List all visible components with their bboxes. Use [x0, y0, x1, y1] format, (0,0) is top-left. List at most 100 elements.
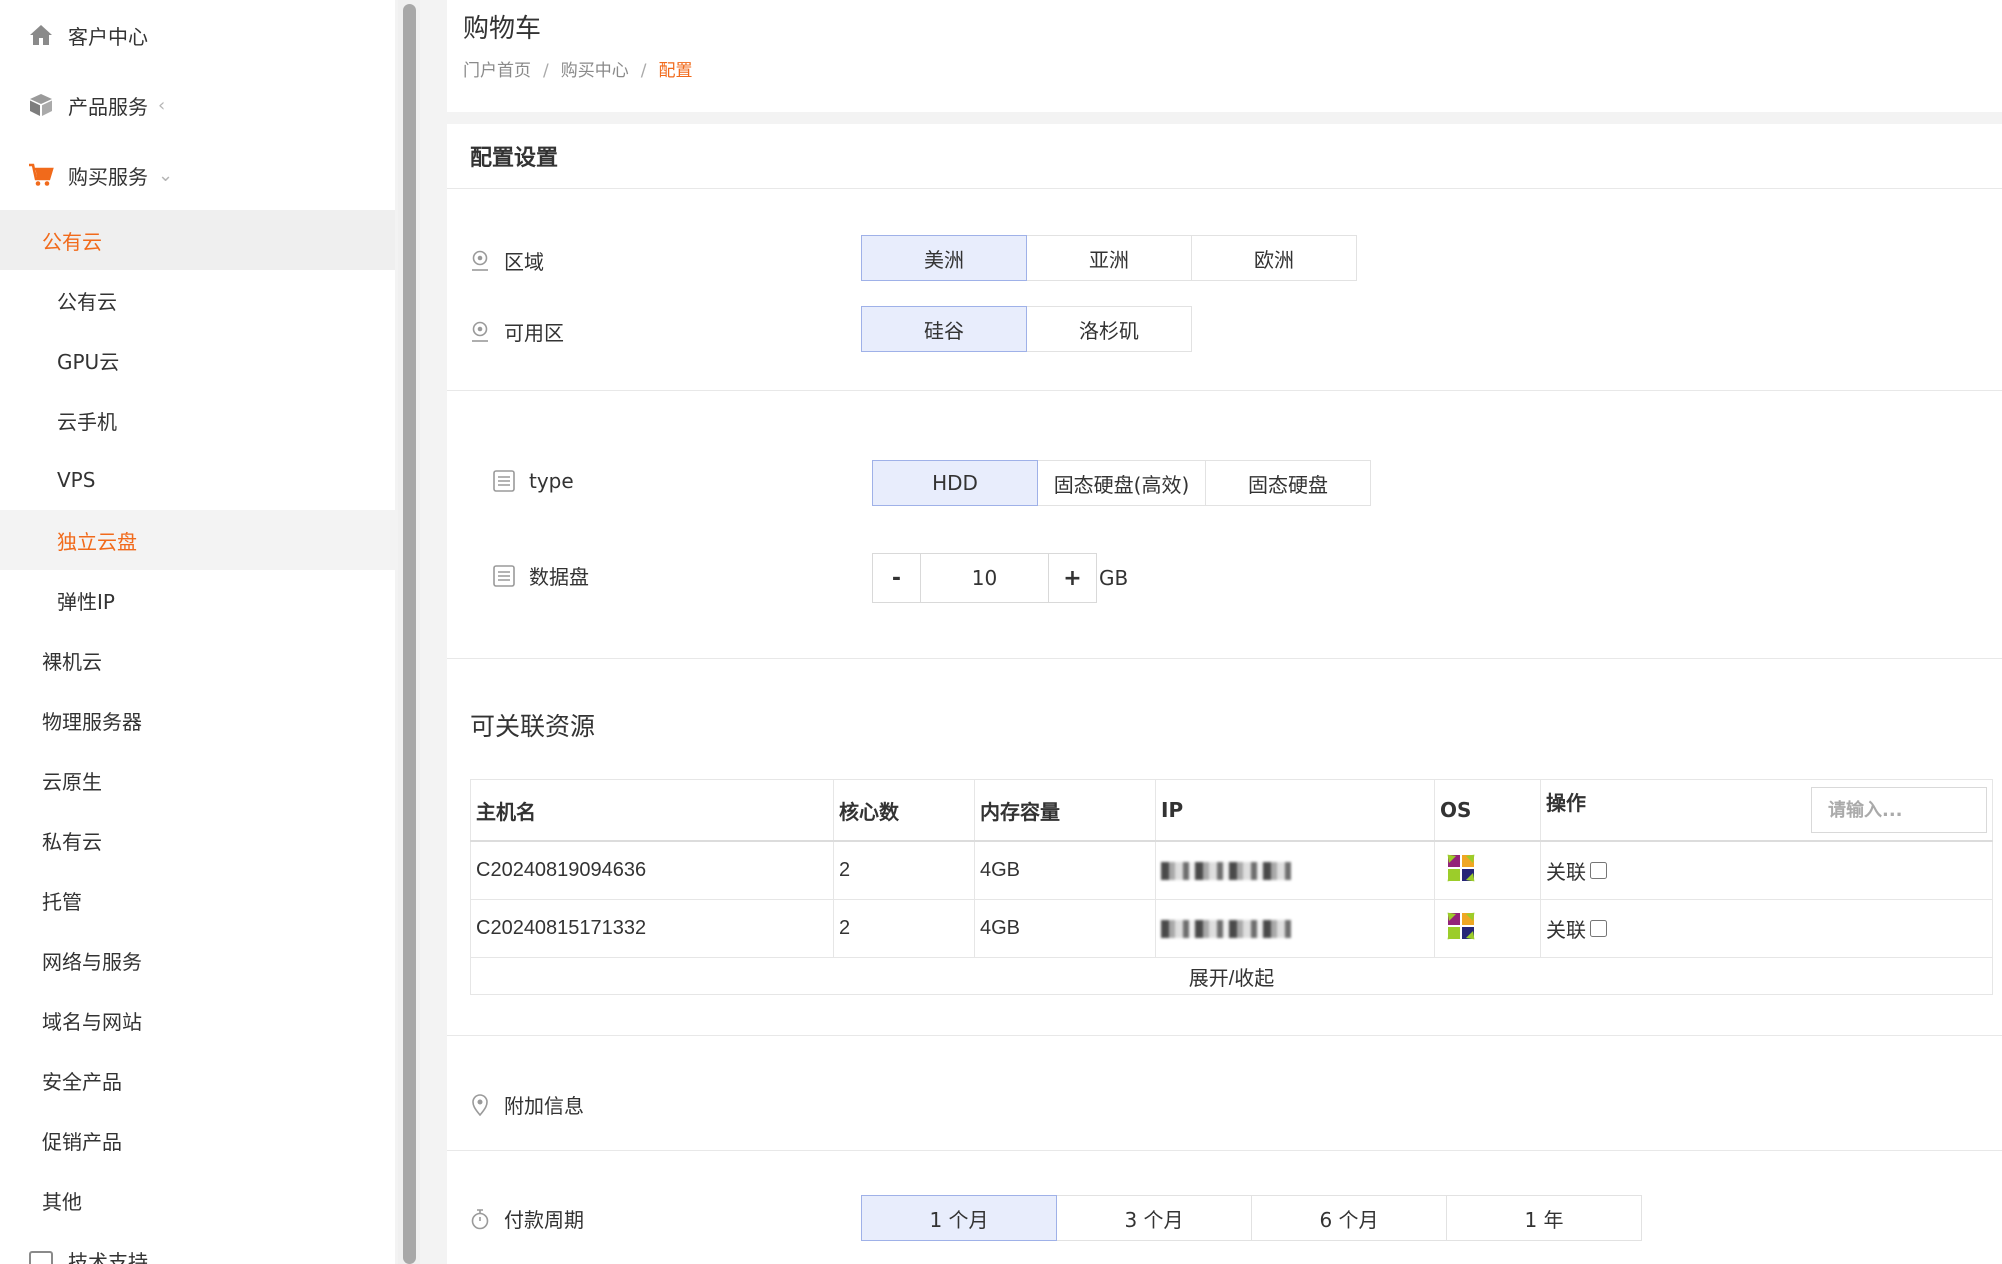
sidebar-item-bare-metal[interactable]: 裸机云 — [0, 630, 395, 690]
region-option-europe[interactable]: 欧洲 — [1191, 235, 1357, 281]
sidebar-item-customer-center[interactable]: 客户中心 — [0, 0, 395, 70]
disk-type-option-ssd-efficient[interactable]: 固态硬盘(高效) — [1037, 460, 1206, 506]
cell-action: 关联 — [1540, 899, 1993, 958]
sidebar-item-label: 域名与网站 — [42, 1009, 142, 1034]
cell-ip — [1155, 840, 1435, 900]
page-header: 购物车 门户首页 / 购买中心 / 配置 — [447, 0, 2002, 112]
sidebar-item-purchase-services[interactable]: 购买服务 ⌄ — [0, 140, 395, 210]
zone-option-silicon-valley[interactable]: 硅谷 — [861, 306, 1027, 352]
sidebar-scrollbar-thumb[interactable] — [403, 4, 416, 1264]
sidebar-item-public-cloud[interactable]: 公有云 — [0, 270, 395, 330]
location-pin-icon — [470, 1093, 490, 1116]
extra-info-label: 附加信息 — [470, 1090, 584, 1119]
table-row: C20240815171332 2 4GB 关联 — [470, 899, 1993, 958]
list-icon — [493, 470, 515, 492]
cell-ip — [1155, 899, 1435, 958]
section-divider — [447, 390, 2002, 391]
billing-option-1-month[interactable]: 1 个月 — [861, 1195, 1057, 1241]
region-label-text: 区域 — [504, 250, 544, 274]
support-icon — [28, 1247, 54, 1264]
associate-toggle[interactable]: 关联 — [1546, 914, 1607, 943]
associate-checkbox[interactable] — [1590, 920, 1607, 937]
table-header-row: 主机名 核心数 内存容量 IP OS 操作 — [470, 779, 1993, 842]
sidebar-item-network-services[interactable]: 网络与服务 — [0, 930, 395, 990]
billing-cycle-label: 付款周期 — [470, 1204, 584, 1233]
zone-label-text: 可用区 — [504, 321, 564, 345]
breadcrumb: 门户首页 / 购买中心 / 配置 — [463, 56, 692, 81]
cell-hostname: C20240819094636 — [470, 840, 834, 900]
sidebar-item-label: 托管 — [42, 889, 82, 914]
sidebar-item-label: 其他 — [42, 1189, 82, 1214]
list-icon — [493, 564, 515, 587]
sidebar-item-security[interactable]: 安全产品 — [0, 1050, 395, 1110]
sidebar-item-label: VPS — [57, 468, 96, 492]
breadcrumb-current: 配置 — [658, 61, 693, 81]
box-icon — [28, 92, 54, 118]
associate-toggle[interactable]: 关联 — [1546, 856, 1607, 885]
column-header-hostname: 主机名 — [470, 779, 834, 842]
zone-selector: 硅谷 洛杉矶 — [861, 306, 1192, 352]
centos-icon — [1440, 854, 1482, 894]
breadcrumb-home-link[interactable]: 门户首页 — [463, 61, 531, 81]
data-disk-stepper: - + GB — [872, 553, 1128, 603]
disk-increment-button[interactable]: + — [1048, 553, 1097, 603]
sidebar-item-other[interactable]: 其他 — [0, 1170, 395, 1230]
billing-option-3-months[interactable]: 3 个月 — [1056, 1195, 1252, 1241]
region-option-americas[interactable]: 美洲 — [861, 235, 1027, 281]
disk-type-option-hdd[interactable]: HDD — [872, 460, 1038, 506]
associate-checkbox[interactable] — [1590, 862, 1607, 879]
billing-cycle-selector: 1 个月 3 个月 6 个月 1 年 — [861, 1195, 1642, 1241]
cell-hostname: C20240815171332 — [470, 899, 834, 958]
cell-cores: 2 — [833, 899, 975, 958]
data-disk-label-text: 数据盘 — [529, 565, 589, 589]
zone-option-los-angeles[interactable]: 洛杉矶 — [1026, 306, 1192, 352]
sidebar-item-product-services[interactable]: 产品服务 ‹ — [0, 70, 395, 140]
cart-icon — [28, 162, 54, 188]
billing-option-6-months[interactable]: 6 个月 — [1251, 1195, 1447, 1241]
sidebar-item-vps[interactable]: VPS — [0, 450, 395, 510]
expand-collapse-button[interactable]: 展开/收起 — [470, 957, 1993, 995]
sidebar-item-private-cloud[interactable]: 私有云 — [0, 810, 395, 870]
sidebar-item-cloud-phone[interactable]: 云手机 — [0, 390, 395, 450]
sidebar-item-domain-website[interactable]: 域名与网站 — [0, 990, 395, 1050]
sidebar-item-label: 云手机 — [57, 409, 117, 434]
page-title: 购物车 — [463, 14, 542, 44]
breadcrumb-purchase-link[interactable]: 购买中心 — [561, 61, 629, 81]
billing-option-1-year[interactable]: 1 年 — [1446, 1195, 1642, 1241]
sidebar-item-cloud-disk[interactable]: 独立云盘 — [0, 510, 395, 570]
sidebar-item-tech-support[interactable]: 技术支持 — [0, 1230, 395, 1264]
resource-search-input[interactable] — [1811, 787, 1987, 833]
disk-size-input[interactable] — [921, 553, 1048, 603]
sidebar-item-label: 物理服务器 — [42, 709, 142, 734]
cell-memory: 4GB — [974, 899, 1156, 958]
chevron-down-icon: ⌄ — [158, 164, 174, 186]
breadcrumb-separator: / — [543, 61, 549, 81]
sidebar: 客户中心 产品服务 ‹ 购买服务 ⌄ 公有云 公有云 GPU云 云手机 VPS … — [0, 0, 395, 1264]
sidebar-item-label: 私有云 — [42, 829, 102, 854]
column-header-memory: 内存容量 — [974, 779, 1156, 842]
region-option-asia[interactable]: 亚洲 — [1026, 235, 1192, 281]
sidebar-item-label: 安全产品 — [42, 1069, 122, 1094]
associate-label: 关联 — [1546, 862, 1586, 884]
chevron-left-icon: ‹ — [158, 94, 166, 116]
resources-title: 可关联资源 — [470, 712, 596, 741]
disk-type-selector: HDD 固态硬盘(高效) 固态硬盘 — [872, 460, 1371, 506]
column-header-os: OS — [1434, 779, 1541, 842]
sidebar-item-physical-server[interactable]: 物理服务器 — [0, 690, 395, 750]
sidebar-item-promotions[interactable]: 促销产品 — [0, 1110, 395, 1170]
centos-icon — [1440, 912, 1482, 952]
ip-redacted — [1161, 861, 1291, 880]
sidebar-item-label: 客户中心 — [68, 24, 148, 49]
expand-collapse-row: 展开/收起 — [470, 957, 1993, 995]
sidebar-item-public-cloud-group[interactable]: 公有云 — [0, 210, 395, 270]
disk-decrement-button[interactable]: - — [872, 553, 921, 603]
section-divider — [447, 1035, 2002, 1036]
sidebar-item-gpu-cloud[interactable]: GPU云 — [0, 330, 395, 390]
sidebar-item-hosting[interactable]: 托管 — [0, 870, 395, 930]
disk-type-option-ssd[interactable]: 固态硬盘 — [1205, 460, 1371, 506]
section-divider — [447, 658, 2002, 659]
sidebar-item-cloud-native[interactable]: 云原生 — [0, 750, 395, 810]
sidebar-item-elastic-ip[interactable]: 弹性IP — [0, 570, 395, 630]
breadcrumb-separator: / — [640, 61, 647, 81]
sidebar-item-label: 技术支持 — [68, 1249, 148, 1264]
